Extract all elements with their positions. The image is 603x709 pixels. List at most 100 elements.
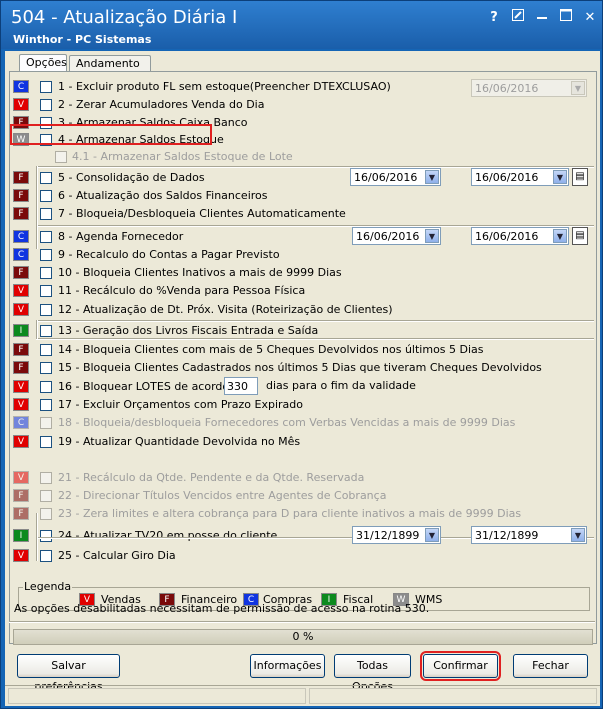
option-row: F 22 - Direcionar Títulos Vencidos entre … [10,488,596,504]
chevron-down-icon[interactable]: ▼ [425,229,439,243]
option-label: 16 - Bloquear LOTES de acordo co [58,380,246,393]
chevron-down-icon[interactable]: ▼ [571,528,585,542]
options-panel: C 1 - Excluir produto FL sem estoque(Pree… [9,71,597,644]
option-checkbox[interactable] [40,362,52,374]
badge-c-icon: C [13,230,29,243]
option-row: F 10 - Bloqueia Clientes Inativos a mais … [10,265,596,281]
close-button[interactable]: ✕ [581,9,599,27]
option-checkbox[interactable] [40,304,52,316]
option-row: V 11 - Recálculo do %Venda para Pessoa Fí… [10,283,596,299]
confirm-button[interactable]: Confirmar [420,651,501,681]
badge-v-icon: V [13,98,29,111]
option-label: 19 - Atualizar Quantidade Devolvida no M… [58,435,301,448]
option-label: 24 - Atualizar TV20 em posse do cliente [58,529,278,542]
separator [36,225,38,249]
option-checkbox[interactable] [40,344,52,356]
option-row: F 7 - Bloqueia/Desbloqueia Clientes Autom… [10,206,596,222]
option-checkbox [55,151,67,163]
option-checkbox[interactable] [40,530,52,542]
option-checkbox[interactable] [40,81,52,93]
info-button[interactable]: Informações [250,654,325,678]
option-row: 4.1 - Armazenar Saldos Estoque de Lote [10,149,596,165]
option-label: 25 - Calcular Giro Dia [58,549,176,562]
badge-f-icon: F [13,266,29,279]
minimize-icon[interactable] [533,9,551,27]
edit-icon[interactable] [509,9,527,27]
chevron-down-icon[interactable]: ▼ [571,81,585,95]
badge-v-icon: V [13,435,29,448]
option-checkbox[interactable] [40,190,52,202]
option-checkbox[interactable] [40,267,52,279]
opt8-date-from[interactable]: 16/06/2016 ▼ [352,227,441,245]
chevron-down-icon[interactable]: ▼ [425,170,439,184]
option-label: 14 - Bloqueia Clientes com mais de 5 Che… [58,343,484,356]
badge-v-icon: V [13,284,29,297]
badge-i-icon: I [13,324,29,337]
option-checkbox[interactable] [40,285,52,297]
all-options-button[interactable]: Todas Opções [334,654,411,693]
calendar-icon[interactable]: ▤ [572,168,588,186]
maximize-icon[interactable] [557,9,575,27]
option-checkbox [40,490,52,502]
option-label: 2 - Zerar Acumuladores Venda do Dia [58,98,265,111]
option-checkbox [40,508,52,520]
badge-f-icon: F [13,207,29,220]
help-button[interactable]: ? [485,9,503,27]
badge-v-icon: V [13,303,29,316]
badge-c-icon: C [13,80,29,93]
option-row: C 18 - Bloqueia/desbloqueia Fornecedores … [10,415,596,431]
option-checkbox[interactable] [40,99,52,111]
option-checkbox[interactable] [40,550,52,562]
status-panel-right [309,688,597,704]
option-row: F 14 - Bloqueia Clientes com mais de 5 Ch… [10,342,596,358]
opt24-date-to-value: 31/12/1899 [475,529,539,542]
chevron-down-icon[interactable]: ▼ [425,528,439,542]
option-label: 17 - Excluir Orçamentos com Prazo Expira… [58,398,303,411]
window-client: Opções Andamento C1 - Excluir produto FL… [5,51,600,706]
badge-v-icon: V [13,380,29,393]
option-checkbox[interactable] [40,381,52,393]
opt8-date-to-value: 16/06/2016 [475,230,539,243]
option-label: 13 - Geração dos Livros Fiscais Entrada … [58,324,319,337]
badge-v-icon: V [13,471,29,484]
legend-title: Legenda [23,580,73,593]
separator [36,166,38,226]
separator [36,513,38,561]
opt8-date-to[interactable]: 16/06/2016 ▼ [471,227,569,245]
separator [36,320,38,339]
option-checkbox[interactable] [40,208,52,220]
opt24-date-from[interactable]: 31/12/1899 ▼ [352,526,441,544]
option-checkbox[interactable] [40,231,52,243]
opt16-days-input[interactable]: 330 [224,377,258,395]
progress-bar: 0 % [13,629,593,645]
opt5-date-to-value: 16/06/2016 [475,171,539,184]
option-row: C 9 - Recalculo do Contas a Pagar Previst… [10,247,596,263]
opt16-suffix: dias para o fim da validade [266,379,416,392]
title-bar: 504 - Atualização Diária I Winthor - PC … [1,1,602,49]
opt5-date-from[interactable]: 16/06/2016 ▼ [350,168,441,186]
option-checkbox[interactable] [40,172,52,184]
chevron-down-icon[interactable]: ▼ [553,229,567,243]
close-window-button[interactable]: Fechar [513,654,588,678]
option-checkbox[interactable] [40,249,52,261]
separator [9,621,595,623]
badge-f-icon: F [13,343,29,356]
option-checkbox[interactable] [40,325,52,337]
chevron-down-icon[interactable]: ▼ [553,170,567,184]
option-label: 7 - Bloqueia/Desbloqueia Clientes Automa… [58,207,346,220]
separator [36,320,594,322]
option-checkbox[interactable] [40,436,52,448]
opt1-date[interactable]: 16/06/2016 ▼ [471,79,587,97]
save-preferences-button[interactable]: Salvar preferências [17,654,120,693]
option-checkbox[interactable] [40,399,52,411]
option-row: F 15 - Bloqueia Clientes Cadastrados nos … [10,360,596,376]
opt5-date-to[interactable]: 16/06/2016 ▼ [471,168,569,186]
badge-c-icon: C [13,416,29,429]
status-bar [5,685,600,705]
calendar-icon[interactable]: ▤ [572,227,588,245]
opt24-date-to[interactable]: 31/12/1899 ▼ [471,526,587,544]
option-label: 1 - Excluir produto FL sem estoque(Preen… [58,80,391,93]
badge-f-icon: F [13,189,29,202]
option-label: 18 - Bloqueia/desbloqueia Fornecedores c… [58,416,516,429]
badge-v-icon: V [13,398,29,411]
